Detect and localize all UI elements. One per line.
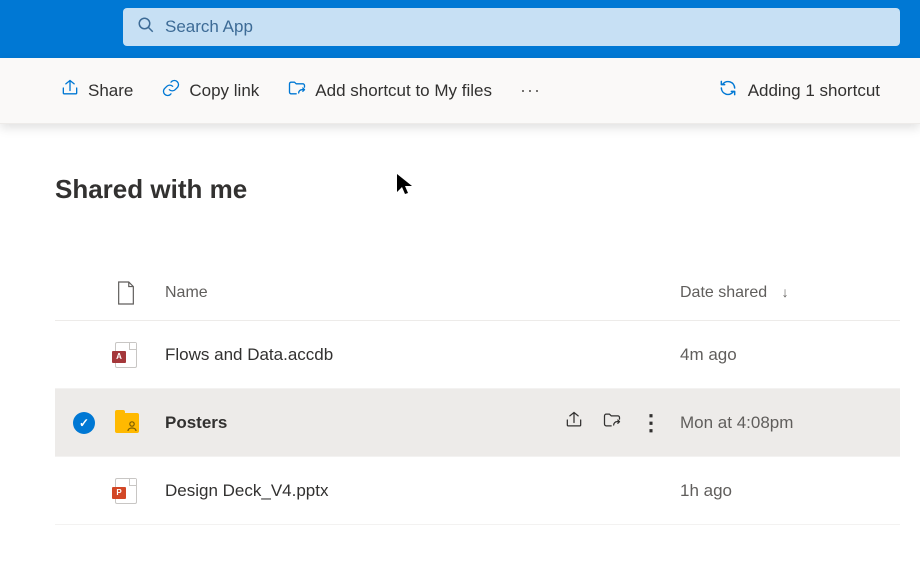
file-type-column-icon[interactable] [115, 280, 155, 306]
copy-link-label: Copy link [189, 81, 259, 101]
status-label: Adding 1 shortcut [748, 81, 880, 101]
list-item[interactable]: P Design Deck_V4.pptx 1h ago [55, 457, 900, 525]
file-date: 1h ago [680, 481, 900, 501]
search-icon [137, 16, 155, 39]
folder-shortcut-icon [287, 78, 307, 103]
date-column-header[interactable]: Date shared ↓ [680, 284, 900, 302]
command-bar: Share Copy link Add shortcut to My files… [0, 58, 920, 124]
file-name[interactable]: Flows and Data.accdb [155, 345, 550, 365]
sync-icon [718, 78, 738, 103]
file-list: Name Date shared ↓ A Flows and Data.accd… [55, 270, 900, 525]
name-column-header[interactable]: Name [155, 284, 550, 302]
share-button[interactable]: Share [60, 78, 133, 103]
file-name[interactable]: Design Deck_V4.pptx [155, 481, 550, 501]
row-more-button[interactable]: ⋮ [640, 412, 662, 434]
shared-folder-icon [115, 413, 155, 433]
file-date: 4m ago [680, 345, 900, 365]
overflow-button[interactable]: ··· [520, 80, 541, 101]
search-input[interactable] [165, 17, 886, 37]
link-icon [161, 78, 181, 103]
sort-descending-icon: ↓ [782, 284, 789, 300]
status-text: Adding 1 shortcut [718, 78, 880, 103]
row-share-button[interactable] [564, 410, 584, 435]
file-name[interactable]: Posters [155, 413, 550, 433]
powerpoint-file-icon: P [115, 478, 155, 504]
app-header [0, 0, 920, 58]
page-title: Shared with me [0, 124, 920, 205]
share-icon [60, 78, 80, 103]
add-shortcut-button[interactable]: Add shortcut to My files [287, 78, 492, 103]
list-item[interactable]: A Flows and Data.accdb 4m ago [55, 321, 900, 389]
access-file-icon: A [115, 342, 155, 368]
share-label: Share [88, 81, 133, 101]
list-item[interactable]: ✓ Posters ⋮ Mon at 4:08pm [55, 389, 900, 457]
copy-link-button[interactable]: Copy link [161, 78, 259, 103]
file-date: Mon at 4:08pm [680, 413, 900, 433]
add-shortcut-label: Add shortcut to My files [315, 81, 492, 101]
row-add-shortcut-button[interactable] [602, 410, 622, 435]
search-box[interactable] [123, 8, 900, 46]
selected-check-icon[interactable]: ✓ [73, 412, 95, 434]
list-header: Name Date shared ↓ [55, 270, 900, 321]
